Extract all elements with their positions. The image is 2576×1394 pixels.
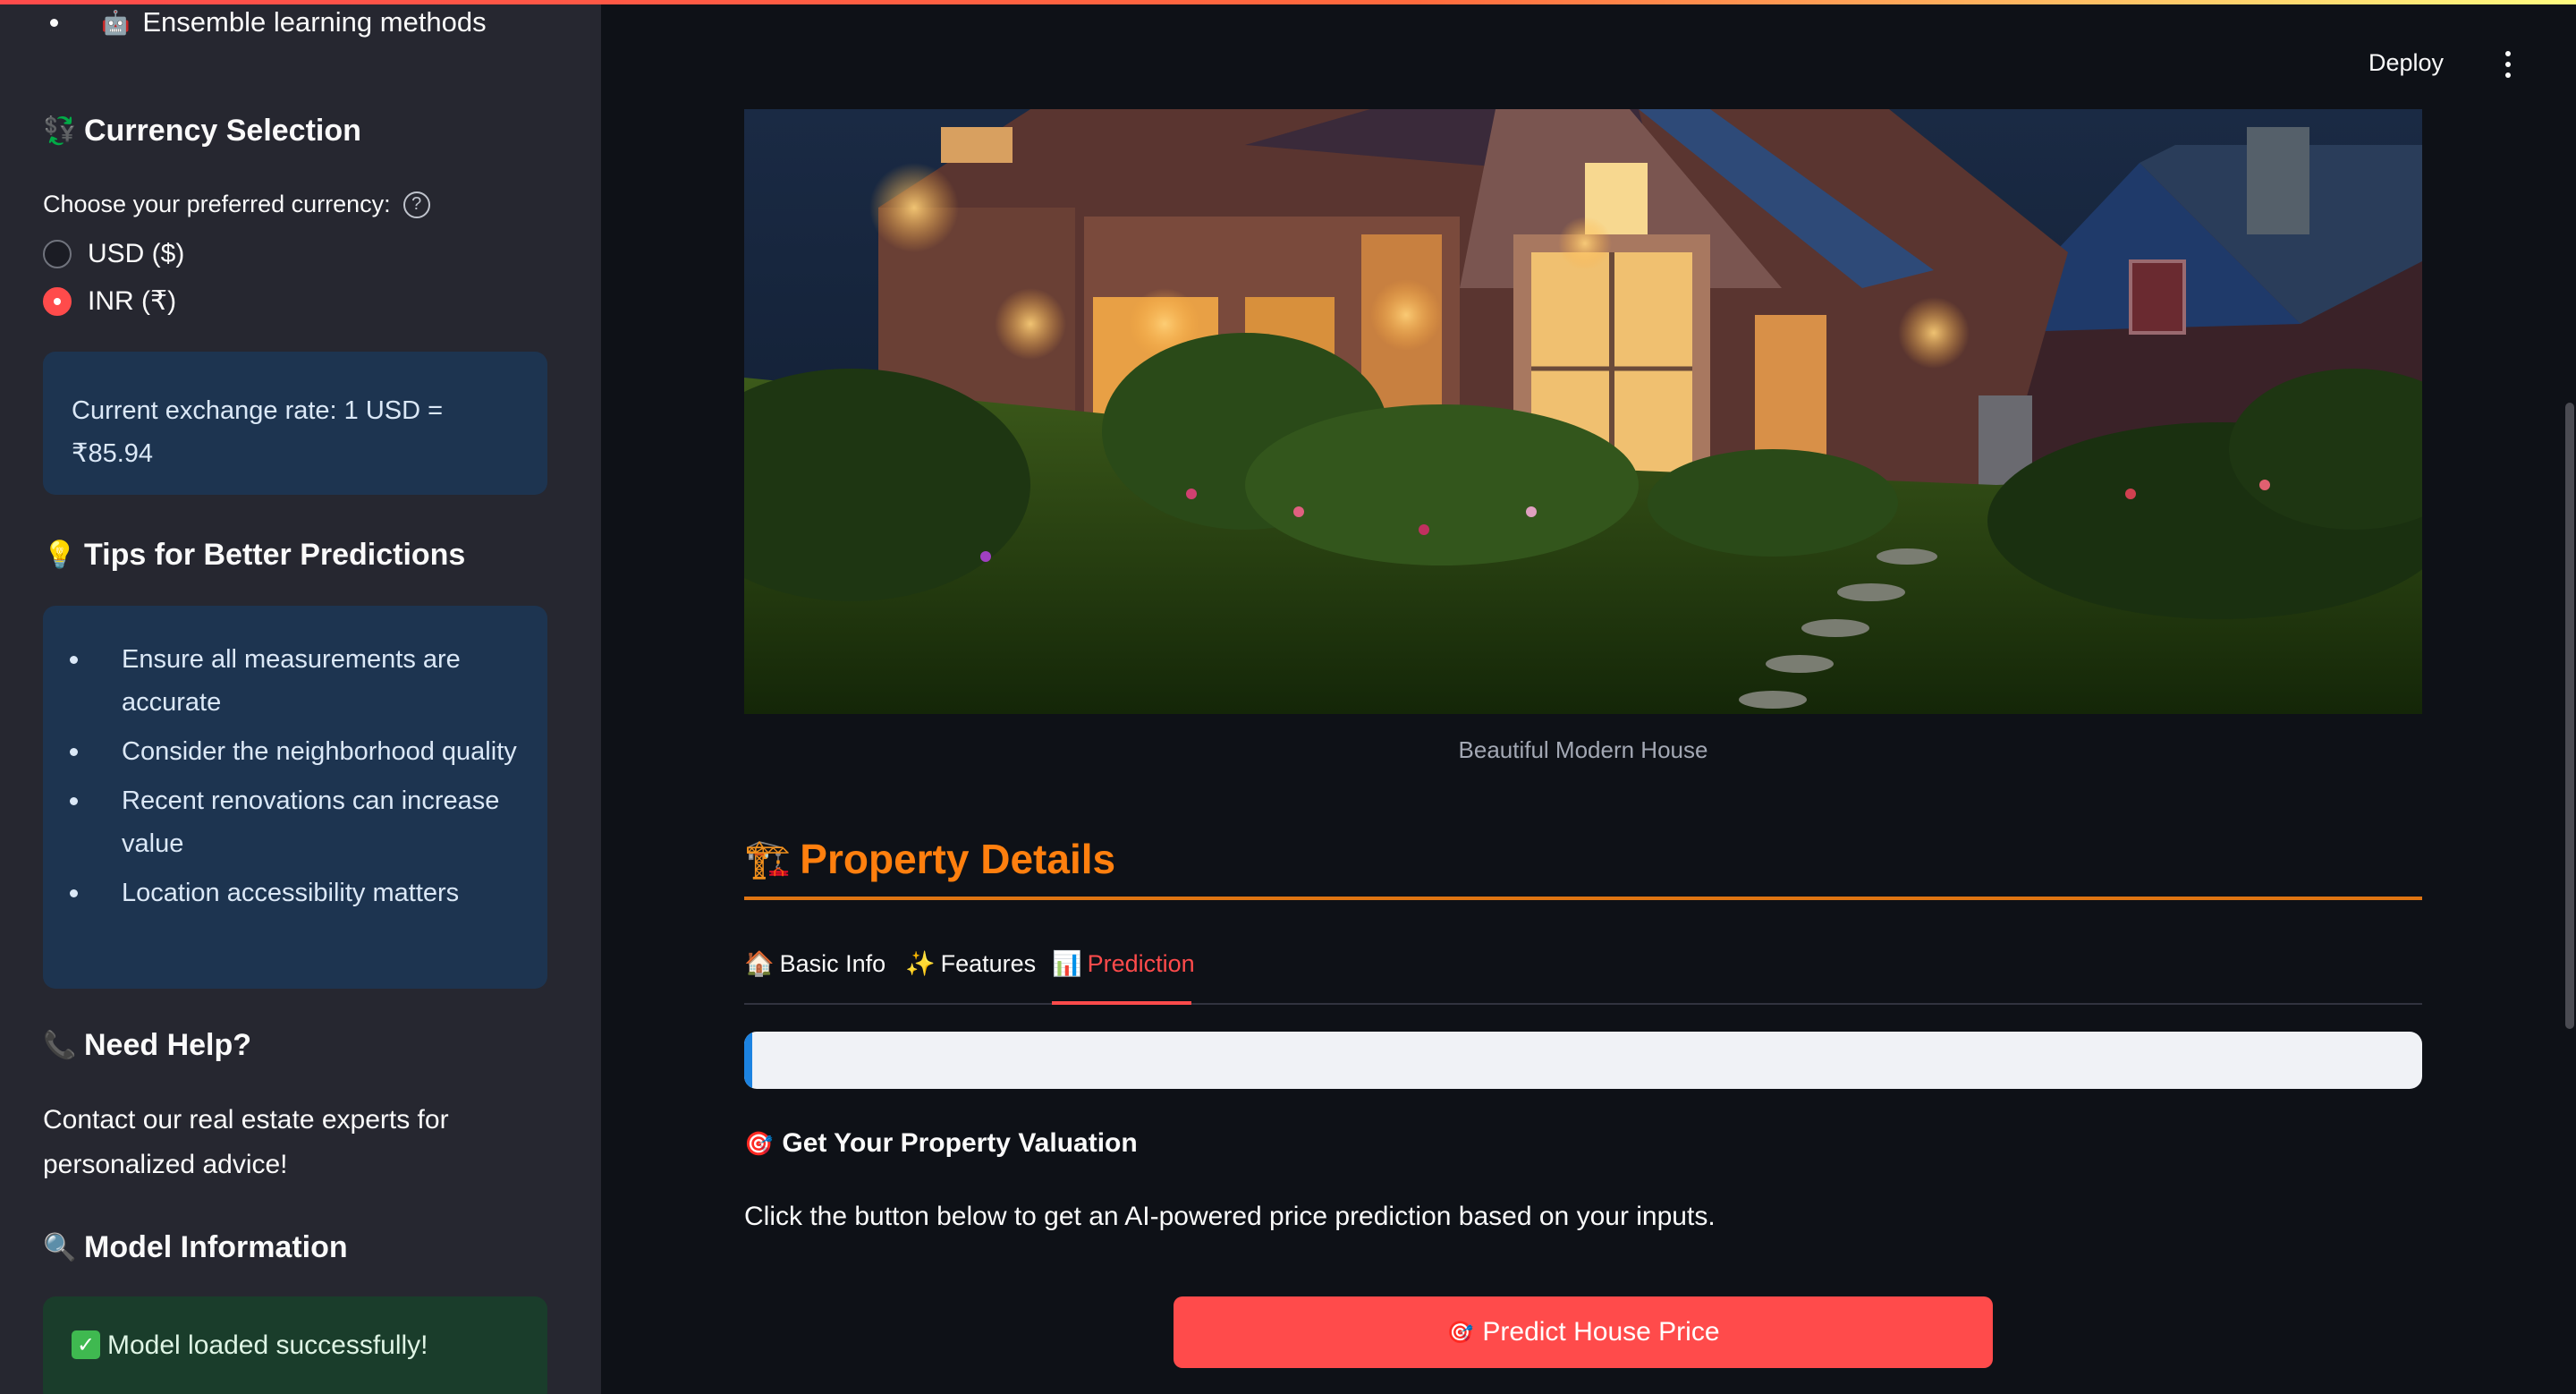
phone-icon: 📞 xyxy=(43,1031,77,1060)
valuation-heading: 🎯 Get Your Property Valuation xyxy=(744,1128,1138,1159)
kebab-dot xyxy=(2505,51,2511,56)
currency-prompt: Choose your preferred currency: xyxy=(43,191,391,217)
tip-item: Location accessibility matters xyxy=(70,871,519,914)
lightbulb-icon: 💡 xyxy=(43,540,77,570)
tips-box: Ensure all measurements are accurate Con… xyxy=(43,606,547,989)
list-item-label: Ensemble learning methods xyxy=(142,6,487,38)
help-text: Contact our real estate experts for pers… xyxy=(43,1105,449,1179)
tab-bar: 🏠 Basic Info ✨ Features 📊 Prediction xyxy=(744,935,2422,1005)
model-title: Model Information xyxy=(84,1230,348,1264)
exchange-rate-box: Current exchange rate: 1 USD = ₹85.94 xyxy=(43,352,547,495)
section-divider xyxy=(744,897,2422,900)
currency-icon: 💱 xyxy=(43,116,77,146)
app-root: 🤖 Ensemble learning methods 💱 Currency S… xyxy=(0,0,2576,1394)
robot-icon: 🤖 xyxy=(101,8,131,36)
predict-button[interactable]: 🎯 Predict House Price xyxy=(1174,1296,1993,1368)
active-tab-indicator xyxy=(1052,1001,1191,1005)
radio-usd[interactable] xyxy=(43,240,72,268)
help-title: Need Help? xyxy=(84,1028,252,1062)
tips-title: Tips for Better Predictions xyxy=(84,538,466,572)
tip-item: Ensure all measurements are accurate xyxy=(70,638,519,724)
radio-label-usd: USD ($) xyxy=(88,239,185,268)
tab-label: Prediction xyxy=(1087,949,1195,977)
radio-option-inr[interactable]: INR (₹) xyxy=(43,285,176,317)
main-content: Deploy Beautiful Modern House 🏗️ Propert… xyxy=(601,4,2576,1394)
tab-label: Basic Info xyxy=(779,949,886,977)
radio-inr[interactable] xyxy=(43,286,72,316)
house-image xyxy=(744,109,2422,714)
house-icon: 🏠 xyxy=(744,950,775,977)
check-icon: ✓ xyxy=(72,1330,100,1359)
radio-option-usd[interactable]: USD ($) xyxy=(43,239,184,269)
kebab-dot xyxy=(2505,72,2511,78)
currency-heading: 💱 Currency Selection xyxy=(43,114,361,149)
section-title: Property Details xyxy=(800,836,1116,882)
target-icon: 🎯 xyxy=(744,1129,774,1157)
house-illustration xyxy=(744,109,2422,714)
tab-prediction[interactable]: 📊 Prediction xyxy=(1052,949,1195,978)
help-heading: 📞 Need Help? xyxy=(43,1028,251,1063)
image-caption: Beautiful Modern House xyxy=(1458,736,1708,763)
exchange-rate-value: ₹85.94 xyxy=(72,439,154,468)
model-status-text: Model loaded successfully! xyxy=(107,1330,428,1360)
radio-label-inr: INR (₹) xyxy=(88,286,177,316)
progress-fill xyxy=(744,1032,753,1089)
predict-button-label: Predict House Price xyxy=(1482,1317,1720,1347)
sparkles-icon: ✨ xyxy=(905,950,936,977)
exchange-rate-text: Current exchange rate: 1 USD = xyxy=(72,396,444,425)
scrollbar-thumb[interactable] xyxy=(2565,403,2574,1029)
tab-label: Features xyxy=(940,949,1037,977)
model-heading: 🔍 Model Information xyxy=(43,1230,348,1265)
magnifier-icon: 🔍 xyxy=(43,1233,77,1262)
tips-list: Ensure all measurements are accurate Con… xyxy=(70,638,519,914)
crane-icon: 🏗️ xyxy=(744,837,792,880)
kebab-menu-icon[interactable] xyxy=(2499,51,2517,78)
progress-bar xyxy=(744,1032,2422,1089)
model-status-box: ✓ Model loaded successfully! xyxy=(43,1296,547,1394)
sidebar: 🤖 Ensemble learning methods 💱 Currency S… xyxy=(0,4,601,1394)
valuation-description: Click the button below to get an AI-powe… xyxy=(744,1202,1716,1231)
valuation-title: Get Your Property Valuation xyxy=(782,1128,1138,1158)
bullet xyxy=(50,18,58,27)
sidebar-list-item: 🤖 Ensemble learning methods xyxy=(50,6,487,38)
kebab-dot xyxy=(2505,62,2511,67)
deploy-button[interactable]: Deploy xyxy=(2368,49,2444,77)
currency-label: Choose your preferred currency: ? xyxy=(43,191,430,218)
tip-item: Recent renovations can increase value xyxy=(70,779,519,865)
tab-basic-info[interactable]: 🏠 Basic Info xyxy=(744,949,886,978)
chart-icon: 📊 xyxy=(1052,950,1082,977)
currency-title: Currency Selection xyxy=(84,114,361,148)
tip-item: Consider the neighborhood quality xyxy=(70,730,519,773)
section-heading: 🏗️ Property Details xyxy=(744,835,1115,883)
help-question-icon[interactable]: ? xyxy=(402,191,430,218)
tips-heading: 💡 Tips for Better Predictions xyxy=(43,538,465,573)
tab-features[interactable]: ✨ Features xyxy=(905,949,1036,978)
target-icon: 🎯 xyxy=(1446,1320,1474,1345)
